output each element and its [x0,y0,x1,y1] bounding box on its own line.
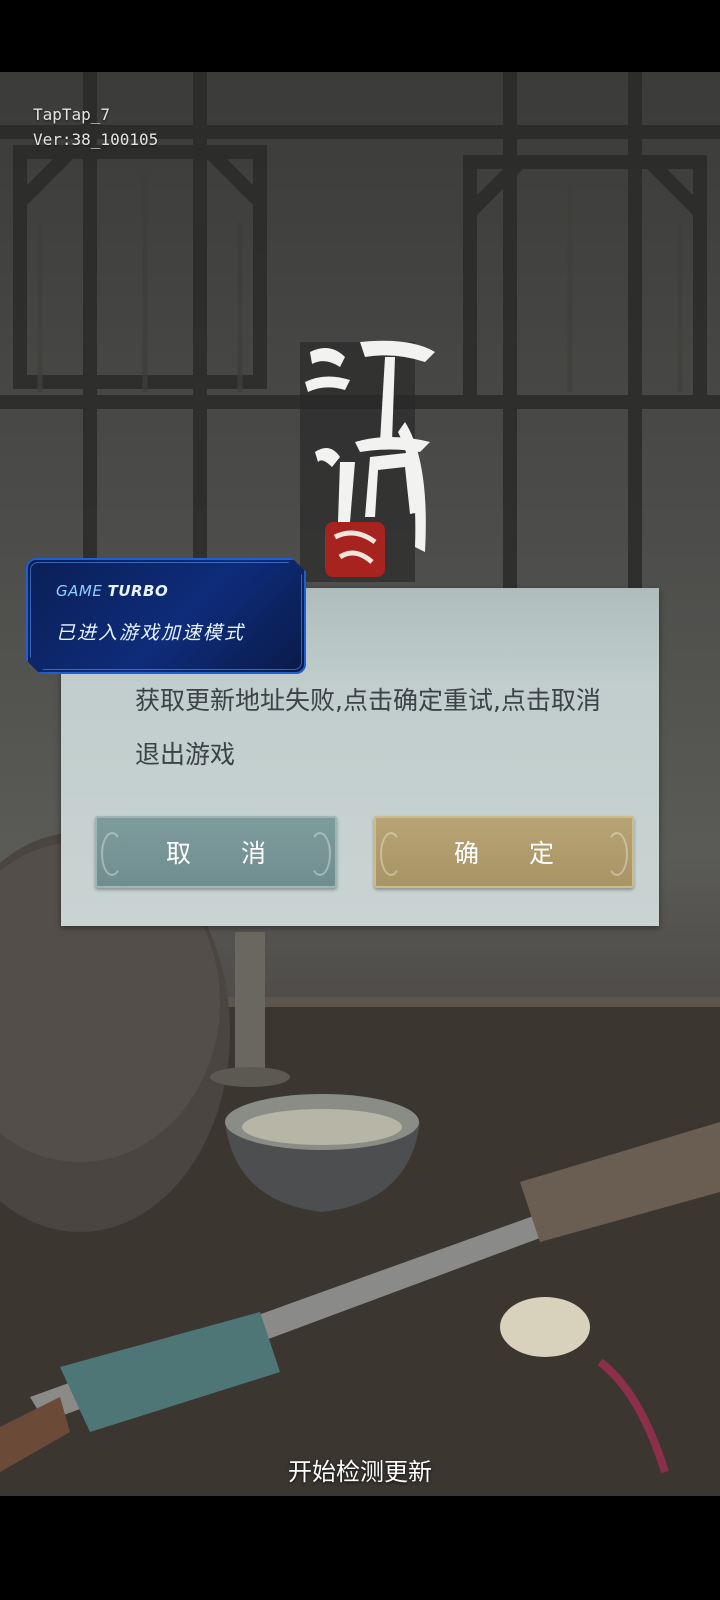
channel-label: TapTap_7 [33,105,111,124]
update-status-text: 开始检测更新 [288,1458,432,1486]
game-turbo-brand: GAME TURBO [56,582,168,600]
confirm-button-label: 确定 [453,839,604,868]
cancel-button-label: 取消 [165,839,316,868]
turbo-brand-suffix: TURBO [107,582,169,600]
confirm-button[interactable]: 确定 [374,816,634,888]
cloud-ornament-icon [101,832,123,876]
game-title-logo [300,322,440,582]
version-info: TapTap_7 Ver:38_100105 [33,102,158,152]
game-turbo-toast: GAME TURBO 已进入游戏加速模式 [26,558,306,674]
version-label: Ver:38_100105 [33,130,159,149]
cancel-button[interactable]: 取消 [95,816,337,888]
status-bar-area [0,0,720,72]
dialog-message: 获取更新地址失败,点击确定重试,点击取消退出游戏 [135,686,601,769]
turbo-brand-prefix: GAME [56,582,103,600]
cloud-ornament-icon [380,832,402,876]
calligraphy-logo [300,340,435,582]
cloud-ornament-icon [309,832,331,876]
cloud-ornament-icon [606,832,628,876]
game-turbo-message: 已进入游戏加速模式 [56,622,246,644]
navigation-bar-area [0,1496,720,1600]
